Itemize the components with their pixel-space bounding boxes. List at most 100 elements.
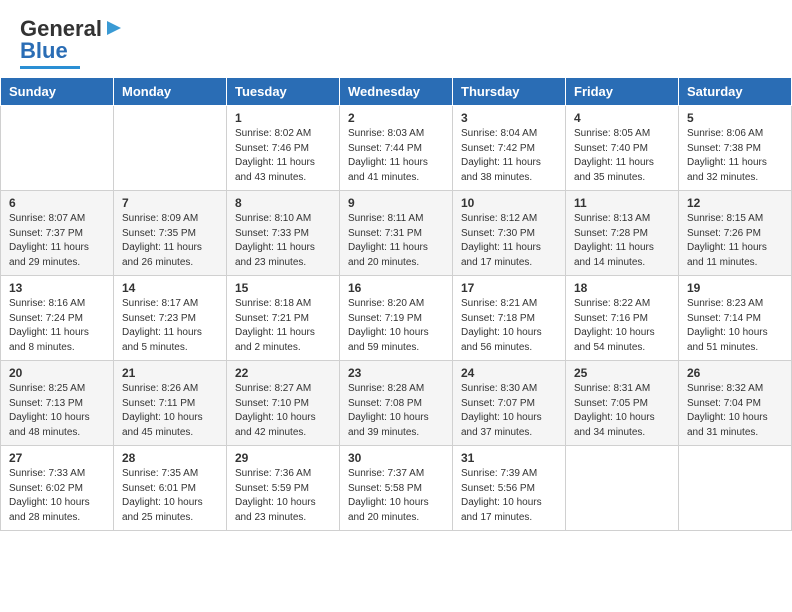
day-info: Sunrise: 8:03 AM Sunset: 7:44 PM Dayligh…: [348, 127, 444, 185]
header-friday: Friday: [566, 78, 679, 106]
week-row-1: 1 Sunrise: 8:02 AM Sunset: 7:46 PM Daylig…: [1, 106, 792, 191]
day-cell: 6Sunrise: 8:07 AM Sunset: 7:37 PM Daylig…: [1, 191, 114, 276]
week-row-3: 13 Sunrise: 8:16 AM Sunset: 7:24 PM Dayli…: [1, 276, 792, 361]
day-info: Sunrise: 8:18 AM Sunset: 7:21 PM Dayligh…: [235, 297, 331, 355]
day-number: 29: [235, 451, 331, 465]
day-cell: 23 Sunrise: 8:28 AM Sunset: 7:08 PM Dayli…: [340, 361, 453, 446]
day-info: Sunrise: 7:36 AM Sunset: 5:59 PM Dayligh…: [235, 467, 331, 525]
logo: General Blue: [20, 16, 125, 69]
day-cell: 26Sunrise: 8:32 AM Sunset: 7:04 PM Dayli…: [679, 361, 792, 446]
day-number: 15: [235, 281, 331, 295]
week-row-4: 20Sunrise: 8:25 AM Sunset: 7:13 PM Dayli…: [1, 361, 792, 446]
day-number: 5: [687, 111, 783, 125]
day-info: Sunrise: 8:13 AM Sunset: 7:28 PM Dayligh…: [574, 212, 670, 270]
header-wednesday: Wednesday: [340, 78, 453, 106]
logo-underline: [20, 66, 80, 69]
day-cell: 5 Sunrise: 8:06 AM Sunset: 7:38 PM Daylig…: [679, 106, 792, 191]
day-number: 4: [574, 111, 670, 125]
day-number: 16: [348, 281, 444, 295]
day-cell: 11 Sunrise: 8:13 AM Sunset: 7:28 PM Dayli…: [566, 191, 679, 276]
calendar-table: SundayMondayTuesdayWednesdayThursdayFrid…: [0, 77, 792, 531]
day-cell: 8Sunrise: 8:10 AM Sunset: 7:33 PM Daylig…: [227, 191, 340, 276]
day-number: 22: [235, 366, 331, 380]
day-info: Sunrise: 8:28 AM Sunset: 7:08 PM Dayligh…: [348, 382, 444, 440]
day-info: Sunrise: 8:02 AM Sunset: 7:46 PM Dayligh…: [235, 127, 331, 185]
day-cell: 13 Sunrise: 8:16 AM Sunset: 7:24 PM Dayli…: [1, 276, 114, 361]
day-cell: [566, 446, 679, 531]
day-cell: 14 Sunrise: 8:17 AM Sunset: 7:23 PM Dayli…: [114, 276, 227, 361]
day-info: Sunrise: 8:22 AM Sunset: 7:16 PM Dayligh…: [574, 297, 670, 355]
day-info: Sunrise: 8:23 AM Sunset: 7:14 PM Dayligh…: [687, 297, 783, 355]
day-info: Sunrise: 8:06 AM Sunset: 7:38 PM Dayligh…: [687, 127, 783, 185]
day-number: 10: [461, 196, 557, 210]
calendar-header-row: SundayMondayTuesdayWednesdayThursdayFrid…: [1, 78, 792, 106]
day-info: Sunrise: 8:21 AM Sunset: 7:18 PM Dayligh…: [461, 297, 557, 355]
day-cell: 16 Sunrise: 8:20 AM Sunset: 7:19 PM Dayli…: [340, 276, 453, 361]
day-number: 2: [348, 111, 444, 125]
day-cell: 27 Sunrise: 7:33 AM Sunset: 6:02 PM Dayli…: [1, 446, 114, 531]
day-cell: 2 Sunrise: 8:03 AM Sunset: 7:44 PM Daylig…: [340, 106, 453, 191]
day-info: Sunrise: 8:05 AM Sunset: 7:40 PM Dayligh…: [574, 127, 670, 185]
day-info: Sunrise: 8:09 AM Sunset: 7:35 PM Dayligh…: [122, 212, 218, 270]
day-info: Sunrise: 8:15 AM Sunset: 7:26 PM Dayligh…: [687, 212, 783, 270]
day-number: 23: [348, 366, 444, 380]
day-cell: [679, 446, 792, 531]
day-number: 1: [235, 111, 331, 125]
day-cell: [1, 106, 114, 191]
header: General Blue: [0, 0, 792, 77]
day-cell: 24 Sunrise: 8:30 AM Sunset: 7:07 PM Dayli…: [453, 361, 566, 446]
day-info: Sunrise: 8:16 AM Sunset: 7:24 PM Dayligh…: [9, 297, 105, 355]
header-thursday: Thursday: [453, 78, 566, 106]
day-info: Sunrise: 8:12 AM Sunset: 7:30 PM Dayligh…: [461, 212, 557, 270]
day-cell: 31Sunrise: 7:39 AM Sunset: 5:56 PM Dayli…: [453, 446, 566, 531]
day-number: 13: [9, 281, 105, 295]
day-number: 24: [461, 366, 557, 380]
day-cell: 29 Sunrise: 7:36 AM Sunset: 5:59 PM Dayli…: [227, 446, 340, 531]
calendar-page: General Blue SundayMondayTuesdayWednesda…: [0, 0, 792, 612]
day-cell: 30Sunrise: 7:37 AM Sunset: 5:58 PM Dayli…: [340, 446, 453, 531]
day-number: 14: [122, 281, 218, 295]
day-cell: 15 Sunrise: 8:18 AM Sunset: 7:21 PM Dayli…: [227, 276, 340, 361]
day-info: Sunrise: 8:30 AM Sunset: 7:07 PM Dayligh…: [461, 382, 557, 440]
day-cell: 25 Sunrise: 8:31 AM Sunset: 7:05 PM Dayli…: [566, 361, 679, 446]
day-cell: 28Sunrise: 7:35 AM Sunset: 6:01 PM Dayli…: [114, 446, 227, 531]
day-info: Sunrise: 8:25 AM Sunset: 7:13 PM Dayligh…: [9, 382, 105, 440]
day-number: 8: [235, 196, 331, 210]
day-info: Sunrise: 8:27 AM Sunset: 7:10 PM Dayligh…: [235, 382, 331, 440]
day-number: 27: [9, 451, 105, 465]
day-number: 3: [461, 111, 557, 125]
day-info: Sunrise: 8:32 AM Sunset: 7:04 PM Dayligh…: [687, 382, 783, 440]
day-cell: 10 Sunrise: 8:12 AM Sunset: 7:30 PM Dayli…: [453, 191, 566, 276]
day-number: 30: [348, 451, 444, 465]
day-cell: 21Sunrise: 8:26 AM Sunset: 7:11 PM Dayli…: [114, 361, 227, 446]
day-number: 6: [9, 196, 105, 210]
day-number: 25: [574, 366, 670, 380]
day-number: 17: [461, 281, 557, 295]
day-number: 11: [574, 196, 670, 210]
week-row-2: 6Sunrise: 8:07 AM Sunset: 7:37 PM Daylig…: [1, 191, 792, 276]
day-cell: 3Sunrise: 8:04 AM Sunset: 7:42 PM Daylig…: [453, 106, 566, 191]
day-cell: 1 Sunrise: 8:02 AM Sunset: 7:46 PM Daylig…: [227, 106, 340, 191]
day-number: 9: [348, 196, 444, 210]
day-number: 18: [574, 281, 670, 295]
day-info: Sunrise: 8:20 AM Sunset: 7:19 PM Dayligh…: [348, 297, 444, 355]
logo-blue: Blue: [20, 38, 68, 64]
day-info: Sunrise: 8:31 AM Sunset: 7:05 PM Dayligh…: [574, 382, 670, 440]
day-number: 12: [687, 196, 783, 210]
day-number: 28: [122, 451, 218, 465]
day-cell: [114, 106, 227, 191]
day-info: Sunrise: 8:11 AM Sunset: 7:31 PM Dayligh…: [348, 212, 444, 270]
day-info: Sunrise: 7:39 AM Sunset: 5:56 PM Dayligh…: [461, 467, 557, 525]
day-number: 19: [687, 281, 783, 295]
day-cell: 7 Sunrise: 8:09 AM Sunset: 7:35 PM Daylig…: [114, 191, 227, 276]
day-info: Sunrise: 7:33 AM Sunset: 6:02 PM Dayligh…: [9, 467, 105, 525]
week-row-5: 27 Sunrise: 7:33 AM Sunset: 6:02 PM Dayli…: [1, 446, 792, 531]
day-cell: 22 Sunrise: 8:27 AM Sunset: 7:10 PM Dayli…: [227, 361, 340, 446]
header-tuesday: Tuesday: [227, 78, 340, 106]
day-info: Sunrise: 8:17 AM Sunset: 7:23 PM Dayligh…: [122, 297, 218, 355]
day-number: 7: [122, 196, 218, 210]
day-cell: 18 Sunrise: 8:22 AM Sunset: 7:16 PM Dayli…: [566, 276, 679, 361]
header-monday: Monday: [114, 78, 227, 106]
day-cell: 19 Sunrise: 8:23 AM Sunset: 7:14 PM Dayli…: [679, 276, 792, 361]
day-cell: 20Sunrise: 8:25 AM Sunset: 7:13 PM Dayli…: [1, 361, 114, 446]
